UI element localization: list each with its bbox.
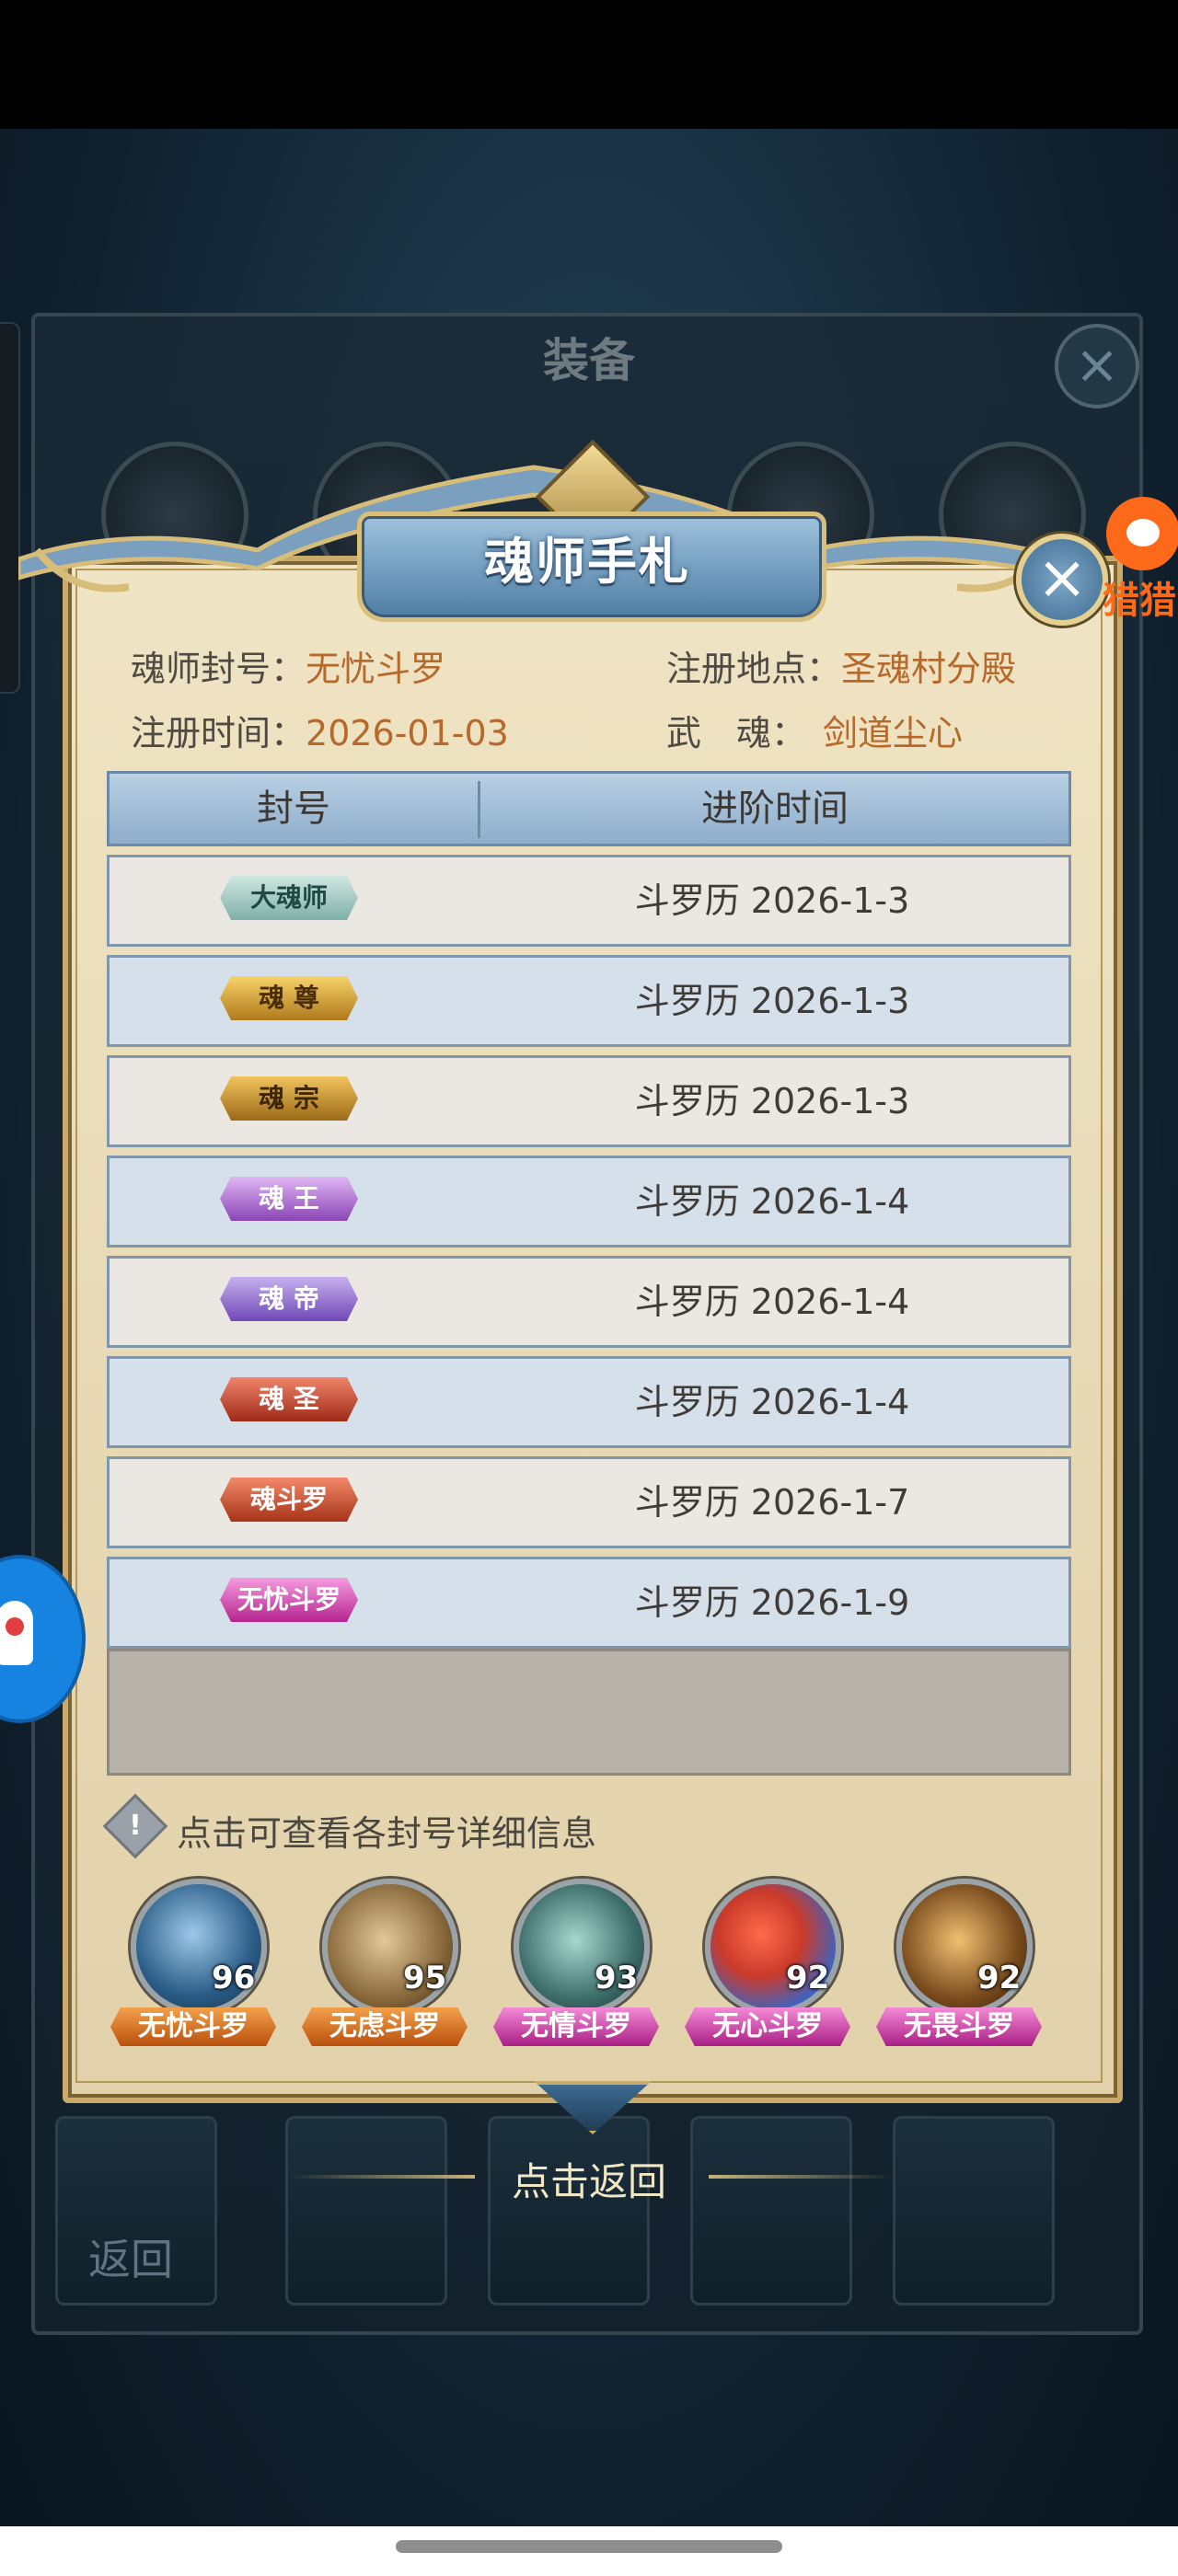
title-badge: 魂 帝 <box>220 1277 358 1321</box>
corner-logo: 猎猎 <box>1097 497 1178 622</box>
advance-date: 斗罗历 2026-1-4 <box>634 1181 910 1222</box>
side-tab-handle[interactable] <box>0 322 20 694</box>
table-row[interactable]: 无忧斗罗 斗罗历 2026-1-9 <box>107 1557 1071 1649</box>
avatar-level: 96 <box>212 1960 256 1996</box>
equipment-bottom-slot <box>690 2116 852 2306</box>
avatar-level: 95 <box>403 1960 447 1996</box>
title-badge: 大魂师 <box>220 876 358 920</box>
title-avatar[interactable]: 96 无忧斗罗 <box>110 1871 276 2046</box>
avatar-title-badge: 无情斗罗 <box>493 2007 659 2046</box>
equipment-bottom-slot <box>488 2116 650 2306</box>
avatar-level: 93 <box>595 1960 639 1996</box>
table-row[interactable]: 大魂师 斗罗历 2026-1-3 <box>107 855 1071 947</box>
info-title-value: 无忧斗罗 <box>306 649 446 689</box>
advance-date: 斗罗历 2026-1-3 <box>634 981 910 1021</box>
avatar-level: 92 <box>977 1960 1022 1996</box>
column-header-title: 封号 <box>257 788 330 830</box>
advance-date: 斗罗历 2026-1-4 <box>634 1282 910 1322</box>
title-avatar[interactable]: 95 无虑斗罗 <box>302 1871 468 2046</box>
table-row[interactable]: 魂 圣 斗罗历 2026-1-4 <box>107 1356 1071 1448</box>
info-location-key: 注册地点： <box>666 649 842 689</box>
equipment-back-label: 返回 <box>88 2235 173 2284</box>
info-date: 注册时间：2026-01-03 <box>131 705 509 755</box>
avatar-title-badge: 无畏斗罗 <box>876 2007 1042 2046</box>
title-badge: 无忧斗罗 <box>220 1578 358 1622</box>
advance-date: 斗罗历 2026-1-7 <box>634 1482 910 1523</box>
advance-date: 斗罗历 2026-1-3 <box>634 880 910 921</box>
title-avatar[interactable]: 92 无心斗罗 <box>685 1871 850 2046</box>
title-history-table: 封号 进阶时间 大魂师 斗罗历 2026-1-3 魂 尊 斗罗历 2026-1-… <box>107 771 1071 1776</box>
info-date-value: 2026-01-03 <box>306 713 509 753</box>
return-divider-right <box>709 2175 893 2179</box>
hint-text: 点击可查看各封号详细信息 <box>177 1813 597 1854</box>
status-bar <box>0 0 1178 129</box>
home-gesture-handle[interactable] <box>396 2540 782 2553</box>
table-row[interactable]: 魂斗罗 斗罗历 2026-1-7 <box>107 1456 1071 1548</box>
title-avatar[interactable]: 93 无情斗罗 <box>493 1871 659 2046</box>
equipment-panel-title: 装备 <box>543 333 635 387</box>
avatar-level: 92 <box>786 1960 830 1996</box>
info-martial-soul-key: 武 魂： <box>666 713 807 753</box>
table-row[interactable]: 魂 尊 斗罗历 2026-1-3 <box>107 955 1071 1047</box>
close-button[interactable]: × <box>1016 534 1108 626</box>
table-row[interactable]: 魂 帝 斗罗历 2026-1-4 <box>107 1256 1071 1348</box>
info-location-value: 圣魂村分殿 <box>841 649 1017 689</box>
advance-date: 斗罗历 2026-1-4 <box>634 1382 910 1422</box>
info-martial-soul-value: 剑道尘心 <box>823 713 964 753</box>
info-location: 注册地点：圣魂村分殿 <box>666 640 1016 691</box>
tap-to-return-button[interactable]: 点击返回 <box>497 2151 681 2207</box>
table-row[interactable]: 魂 王 斗罗历 2026-1-4 <box>107 1156 1071 1248</box>
column-header-time: 进阶时间 <box>701 788 849 830</box>
title-avatar[interactable]: 92 无畏斗罗 <box>876 1871 1042 2046</box>
table-empty-area <box>107 1649 1071 1776</box>
corner-logo-text: 猎猎 <box>1103 580 1176 622</box>
avatar-title-badge: 无心斗罗 <box>685 2007 850 2046</box>
advance-date: 斗罗历 2026-1-3 <box>634 1081 910 1121</box>
info-martial-soul: 武 魂： 剑道尘心 <box>666 705 963 755</box>
equipment-close-icon: × <box>1055 324 1139 408</box>
table-header: 封号 进阶时间 <box>107 771 1071 846</box>
title-badge: 魂 圣 <box>220 1377 358 1421</box>
info-title-key: 魂师封号： <box>131 649 306 689</box>
dialog-title: 魂师手札 <box>484 532 690 591</box>
rocket-window-icon <box>6 1617 24 1636</box>
avatar-title-badge: 无虑斗罗 <box>302 2007 468 2046</box>
advance-date: 斗罗历 2026-1-9 <box>634 1582 910 1623</box>
title-badge: 魂斗罗 <box>220 1478 358 1522</box>
info-date-key: 注册时间： <box>131 713 306 753</box>
return-divider-left <box>291 2175 475 2179</box>
panda-logo-icon <box>1106 497 1178 570</box>
table-row[interactable]: 魂 宗 斗罗历 2026-1-3 <box>107 1055 1071 1147</box>
equipment-bottom-slot <box>893 2116 1055 2306</box>
info-title: 魂师封号：无忧斗罗 <box>131 640 445 691</box>
avatar-title-badge: 无忧斗罗 <box>110 2007 276 2046</box>
title-badge: 魂 尊 <box>220 976 358 1020</box>
title-badge: 魂 宗 <box>220 1076 358 1121</box>
title-badge: 魂 王 <box>220 1177 358 1221</box>
equipment-bottom-slot <box>285 2116 447 2306</box>
